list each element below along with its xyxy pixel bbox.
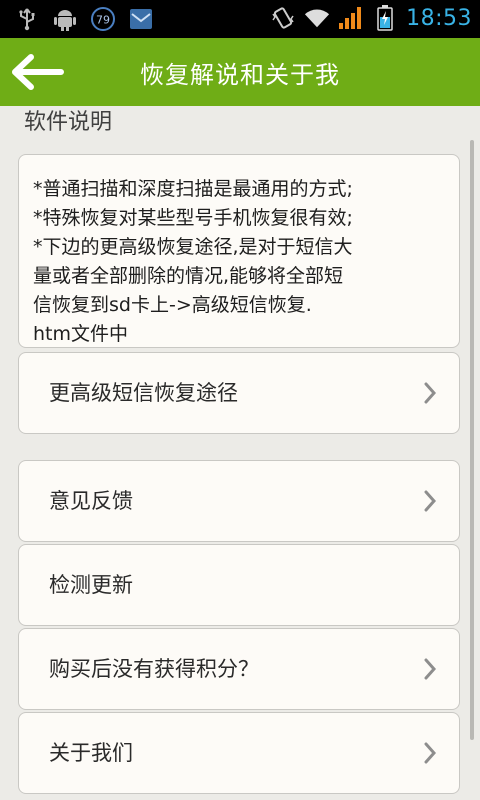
notification-badge-text: 79 <box>96 14 110 27</box>
about-us-label: 关于我们 <box>49 741 133 765</box>
usb-icon <box>14 6 40 32</box>
page-title: 恢复解说和关于我 <box>140 60 340 89</box>
status-bar: 79 18:53 <box>0 0 480 38</box>
action-bar: 恢复解说和关于我 <box>0 38 480 106</box>
section-heading: 软件说明 <box>24 110 113 135</box>
description-line: 信恢复到sd卡上->高级短信恢复. <box>33 294 312 316</box>
description-line: 量或者全部删除的情况,能够将全部短 <box>33 265 344 287</box>
advanced-sms-recovery-label: 更高级短信恢复途径 <box>49 381 238 405</box>
status-bar-right: 18:53 <box>270 5 472 31</box>
back-arrow-icon <box>12 54 64 90</box>
chevron-right-icon <box>424 382 437 404</box>
back-button[interactable] <box>8 50 68 94</box>
description-line: htm文件中 <box>33 323 129 345</box>
description-line: *普通扫描和深度扫描是最通用的方式; <box>33 178 353 200</box>
android-debug-icon <box>52 6 78 32</box>
mail-icon <box>128 6 154 32</box>
chevron-right-icon <box>424 490 437 512</box>
feedback-label: 意见反馈 <box>49 489 133 513</box>
description-card: *普通扫描和深度扫描是最通用的方式; *特殊恢复对某些型号手机恢复很有效; *下… <box>18 154 460 348</box>
scrollbar[interactable] <box>470 140 474 740</box>
chevron-right-icon <box>424 658 437 680</box>
vibrate-icon <box>270 5 296 31</box>
chevron-right-icon <box>424 742 437 764</box>
status-time: 18:53 <box>406 5 472 31</box>
missing-points-item[interactable]: 购买后没有获得积分？ <box>18 628 460 710</box>
signal-icon <box>338 5 364 31</box>
status-bar-left: 79 <box>14 6 154 32</box>
about-us-item[interactable]: 关于我们 <box>18 712 460 794</box>
check-update-label: 检测更新 <box>49 573 133 597</box>
missing-points-label: 购买后没有获得积分？ <box>49 657 259 681</box>
wifi-icon <box>304 5 330 31</box>
feedback-item[interactable]: 意见反馈 <box>18 460 460 542</box>
battery-icon <box>372 5 398 31</box>
advanced-sms-recovery-item[interactable]: 更高级短信恢复途径 <box>18 352 460 434</box>
description-line: *特殊恢复对某些型号手机恢复很有效; <box>33 207 353 229</box>
notification-79-icon: 79 <box>90 6 116 32</box>
description-line: *下边的更高级恢复途径,是对于短信大 <box>33 236 353 258</box>
check-update-item[interactable]: 检测更新 <box>18 544 460 626</box>
